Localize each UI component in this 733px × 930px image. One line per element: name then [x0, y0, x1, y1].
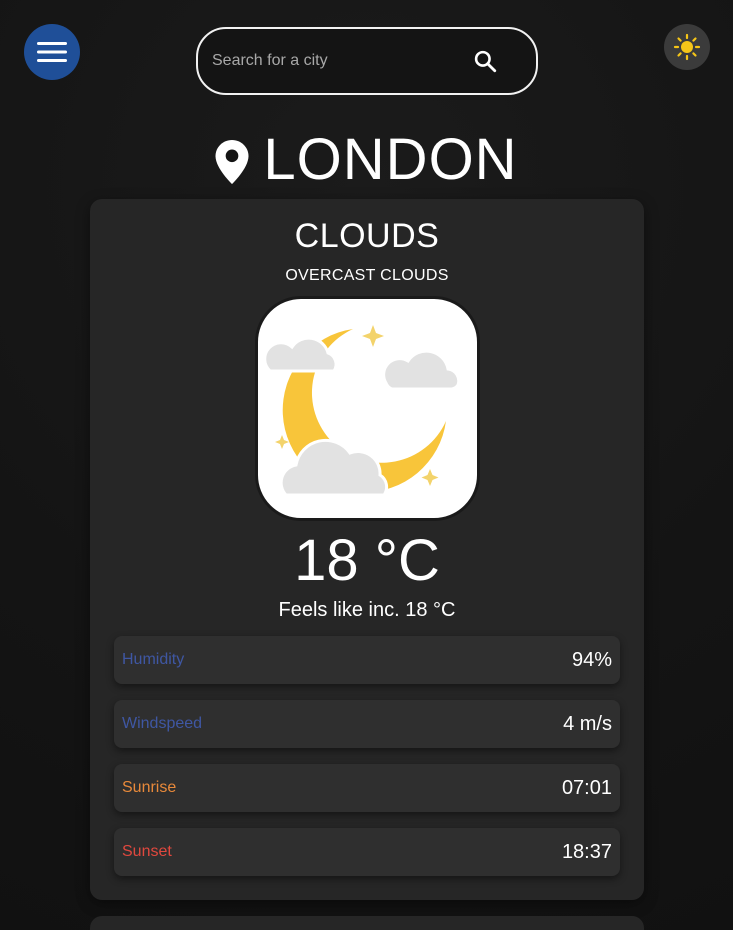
- windspeed-value: 4 m/s: [563, 712, 612, 735]
- search-bar: [196, 27, 538, 95]
- menu-button[interactable]: [24, 24, 80, 80]
- weather-icon-box: [255, 296, 480, 521]
- temperature: 18 °C: [294, 528, 440, 593]
- humidity-label: Humidity: [122, 651, 185, 668]
- humidity-row: Humidity 94%: [114, 636, 620, 684]
- windspeed-label: Windspeed: [122, 715, 203, 732]
- forecast-card: [90, 916, 644, 930]
- city-name: LONDON: [263, 127, 518, 192]
- sunrise-value: 07:01: [561, 776, 612, 799]
- location-pin-icon: [215, 140, 249, 184]
- theme-toggle-button[interactable]: [664, 24, 710, 70]
- weather-card: CLOUDS OVERCAST CLOUDS 18 °C Feels like …: [90, 199, 644, 900]
- humidity-value: 94%: [571, 648, 612, 671]
- search-icon[interactable]: [472, 48, 498, 74]
- sunrise-label: Sunrise: [122, 779, 177, 796]
- sunset-value: 18:37: [561, 840, 612, 863]
- weather-description: OVERCAST CLOUDS: [285, 267, 449, 284]
- sun-icon: [673, 33, 701, 61]
- sunset-label: Sunset: [122, 843, 172, 860]
- hamburger-menu-icon: [37, 42, 67, 62]
- sunset-row: Sunset 18:37: [114, 828, 620, 876]
- location-header: LONDON: [0, 128, 733, 192]
- moon-clouds-icon: [263, 325, 461, 497]
- search-input[interactable]: [212, 52, 472, 70]
- feels-like: Feels like inc. 18 °C: [278, 599, 456, 621]
- sunrise-row: Sunrise 07:01: [114, 764, 620, 812]
- windspeed-row: Windspeed 4 m/s: [114, 700, 620, 748]
- weather-condition: CLOUDS: [294, 217, 440, 255]
